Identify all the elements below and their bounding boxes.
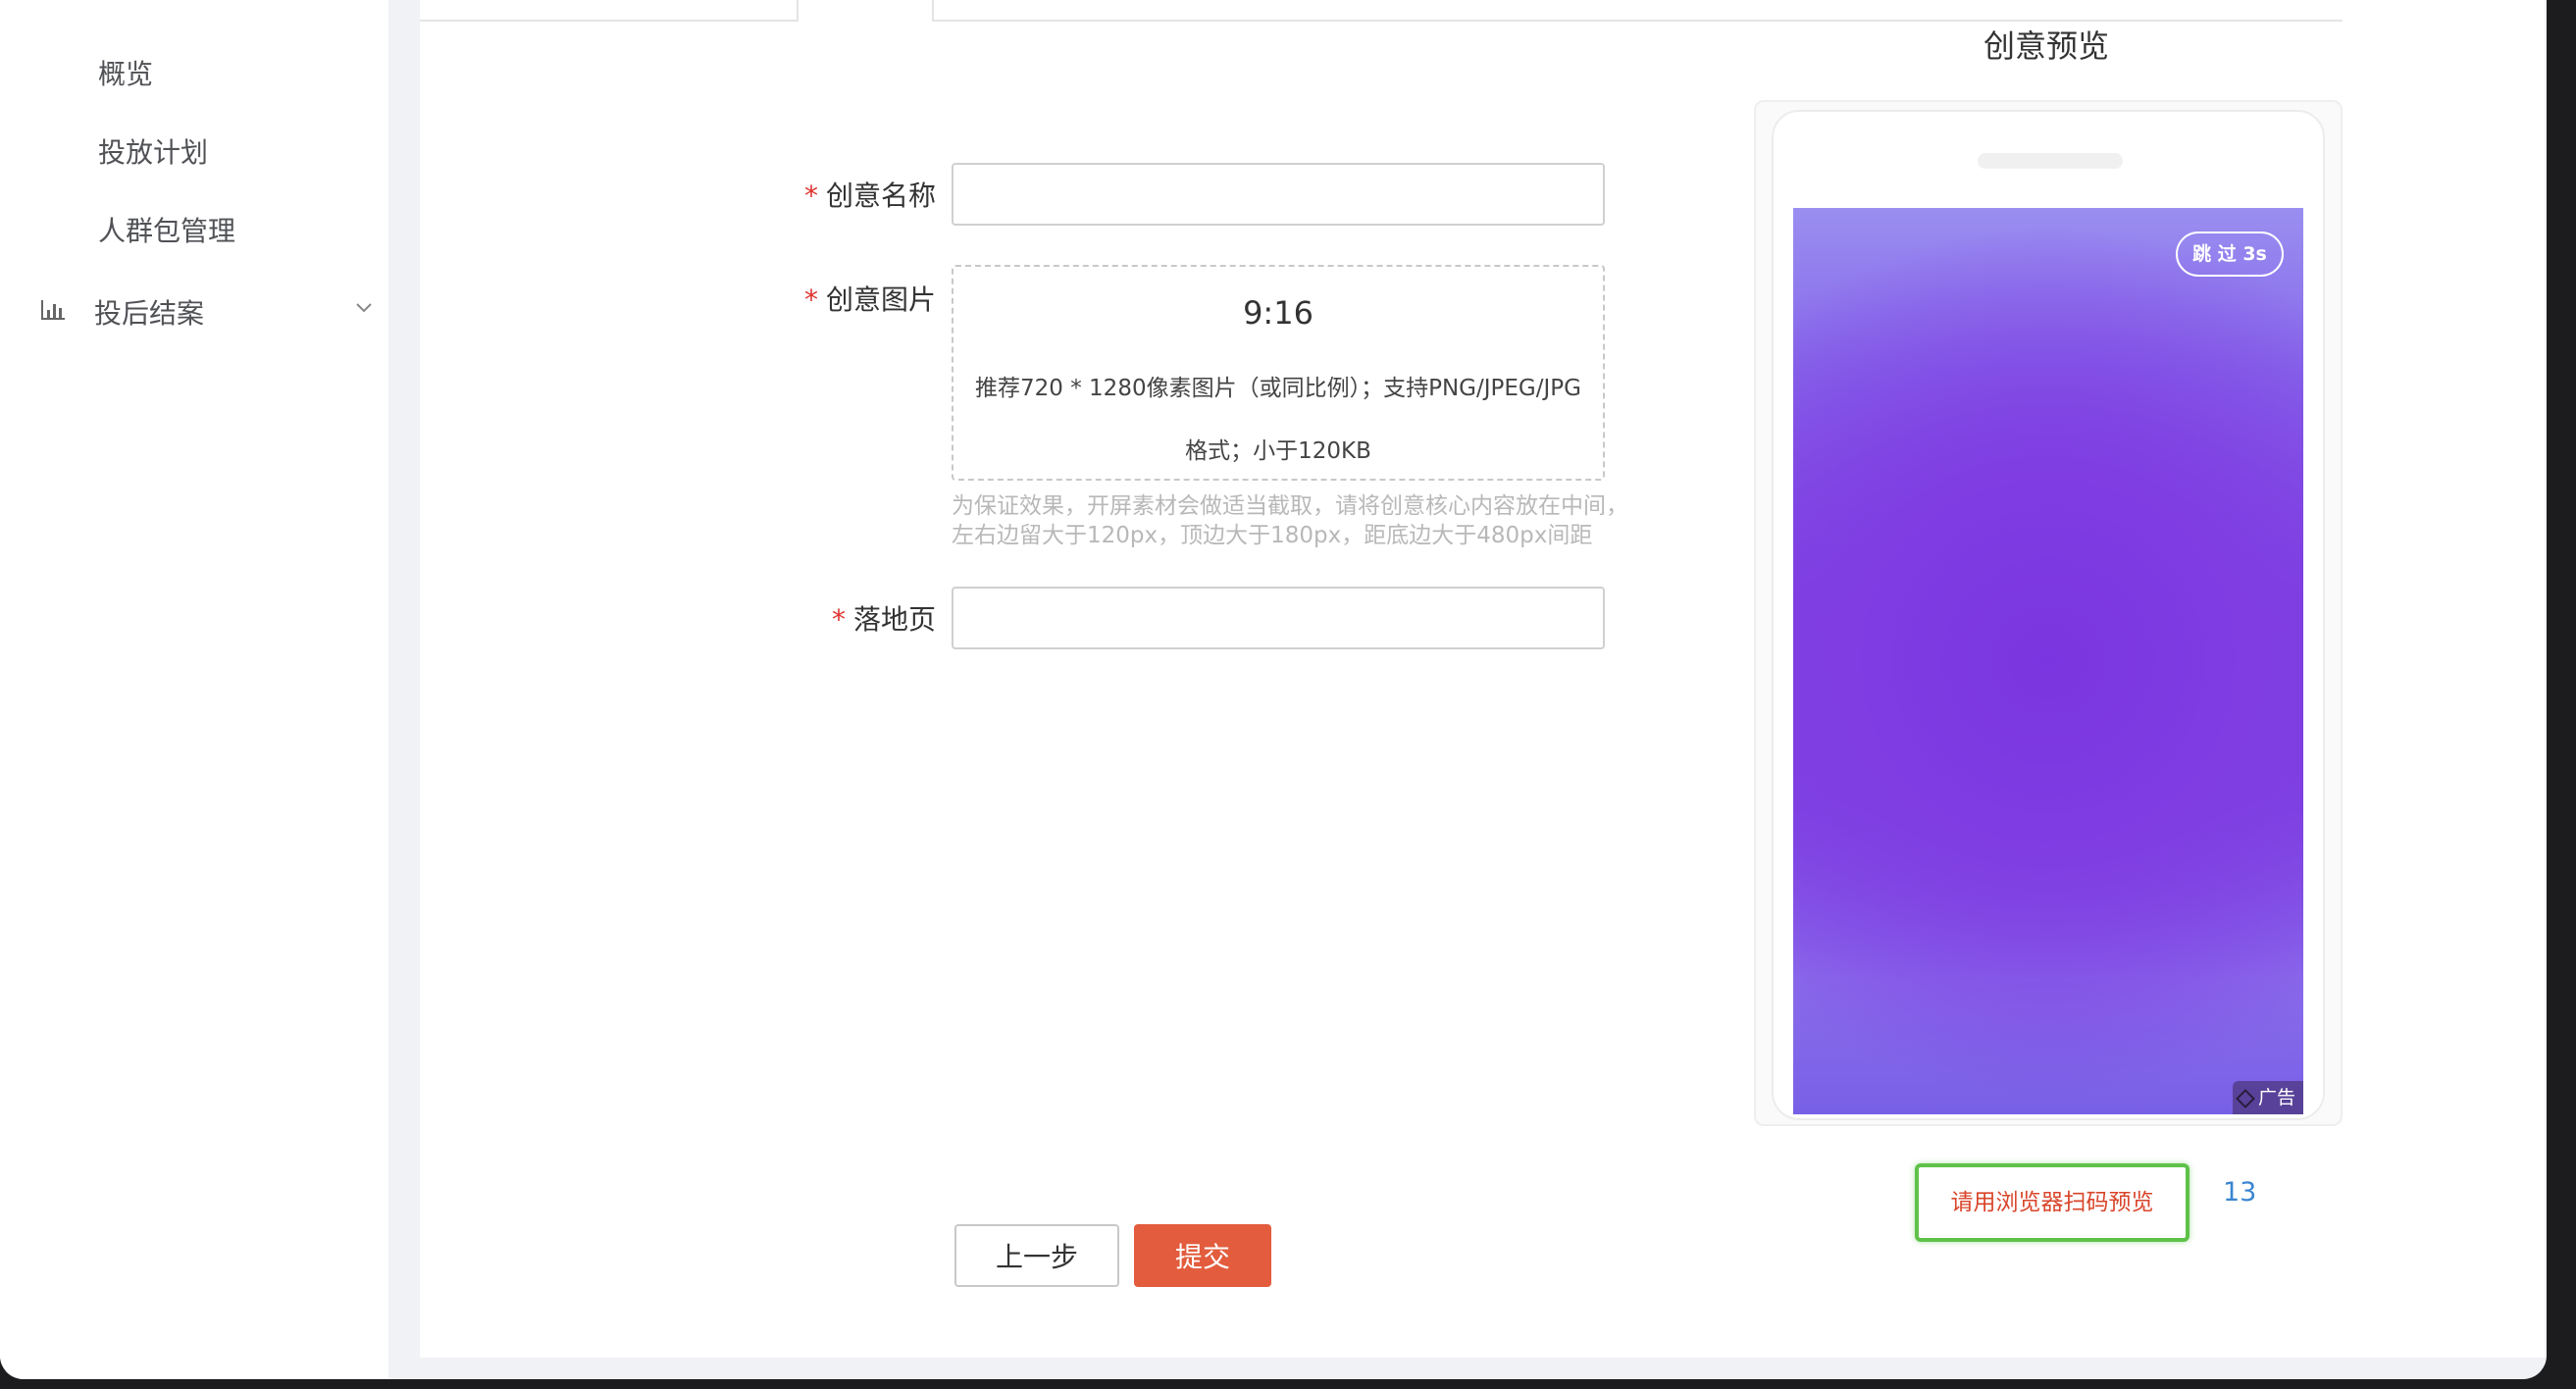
required-mark: * — [804, 283, 818, 316]
sidebar-item-label: 投放计划 — [98, 136, 209, 169]
image-hint-line2: 左右边留大于120px，顶边大于180px，距底边大于480px间距 — [952, 523, 1593, 548]
splash-ad-screen: 跳 过 3s 广告 — [1793, 208, 2303, 1114]
bar-chart-icon — [41, 300, 65, 320]
ad-badge: 广告 — [2232, 1081, 2303, 1114]
phone-speaker — [1978, 153, 2123, 169]
creative-name-input[interactable] — [952, 163, 1605, 226]
required-mark: * — [804, 180, 818, 212]
upload-desc-line1: 推荐720 * 1280像素图片（或同比例）；支持PNG/JPEG/JPG — [975, 376, 1581, 401]
sidebar-item-overview[interactable]: 概览 — [98, 53, 153, 92]
chevron-down-icon — [356, 303, 372, 313]
skip-button[interactable]: 跳 过 3s — [2176, 232, 2284, 277]
scan-preview-button[interactable]: 请用浏览器扫码预览 — [1915, 1163, 2190, 1242]
landing-page-input[interactable] — [952, 587, 1605, 649]
sidebar: 概览 投放计划 人群包管理 投后结案 — [0, 0, 388, 1379]
tab-active[interactable] — [797, 0, 934, 22]
cut-off-menu-group-icon — [39, 0, 216, 4]
image-upload-area[interactable]: 9:16 推荐720 * 1280像素图片（或同比例）；支持PNG/JPEG/J… — [952, 265, 1605, 481]
ad-diamond-icon — [2236, 1088, 2255, 1108]
sidebar-item-campaigns[interactable]: 投放计划 — [98, 131, 208, 171]
window-frame: 概览 投放计划 人群包管理 投后结案 * 创意名称 * 创意图片 9:16 推荐… — [0, 0, 2576, 1389]
submit-button[interactable]: 提交 — [1134, 1224, 1271, 1287]
upload-ratio: 9:16 — [1243, 294, 1314, 332]
sidebar-item-label: 概览 — [98, 58, 154, 90]
image-hint-line1: 为保证效果，开屏素材会做适当截取，请将创意核心内容放在中间， — [952, 493, 1628, 519]
preview-title: 创意预览 — [1983, 27, 2109, 65]
sidebar-group-post-campaign-report[interactable]: 投后结案 — [39, 292, 373, 332]
creative-image-label: * 创意图片 — [804, 283, 937, 316]
sidebar-item-audience-packages[interactable]: 人群包管理 — [98, 210, 235, 249]
app-window: 概览 投放计划 人群包管理 投后结案 * 创意名称 * 创意图片 9:16 推荐… — [0, 0, 2547, 1379]
creative-name-label: * 创意名称 — [804, 180, 937, 212]
sidebar-item-label: 人群包管理 — [98, 215, 236, 247]
required-mark: * — [832, 603, 846, 636]
previous-step-button[interactable]: 上一步 — [954, 1224, 1119, 1287]
scan-count: 13 — [2223, 1177, 2257, 1208]
sidebar-group-label: 投后结案 — [94, 297, 205, 330]
upload-desc-line2: 格式；小于120KB — [1185, 438, 1371, 464]
landing-page-label: * 落地页 — [832, 603, 937, 636]
